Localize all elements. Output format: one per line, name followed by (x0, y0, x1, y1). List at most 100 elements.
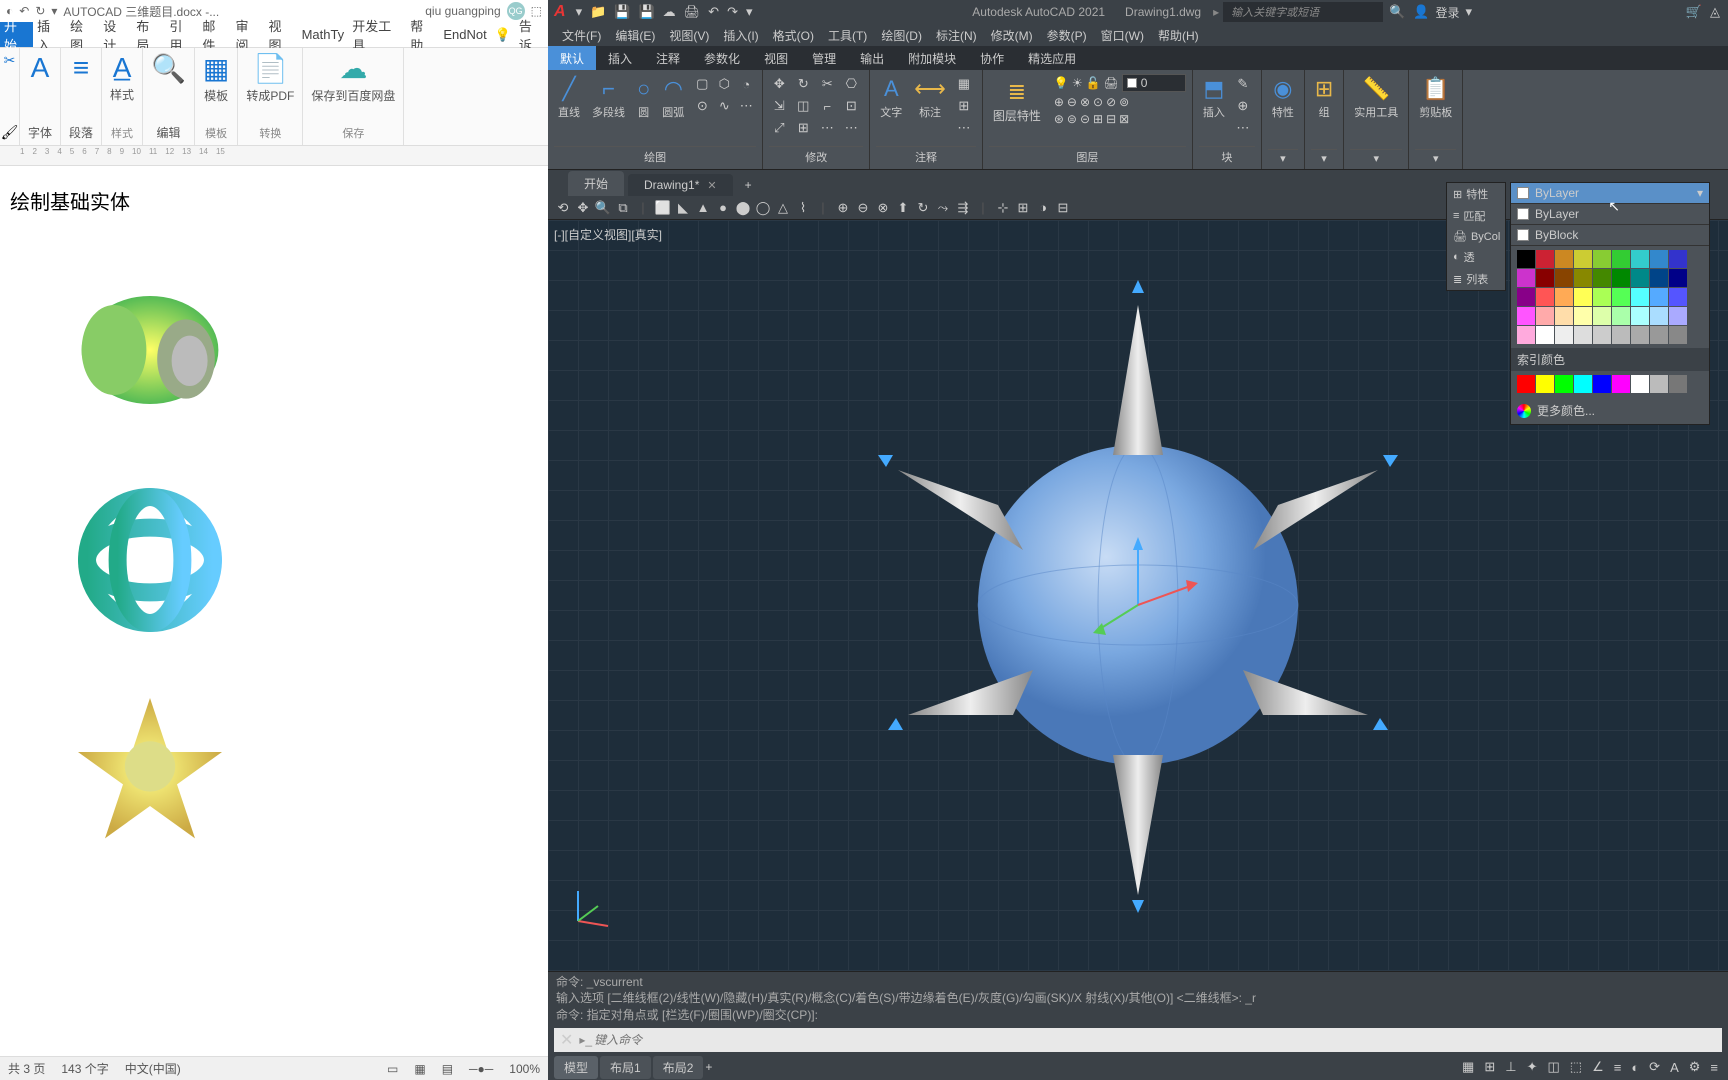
lwt-icon[interactable]: ≡ (1610, 1060, 1626, 1075)
menu-modify[interactable]: 修改(M) (985, 25, 1039, 46)
color-swatch[interactable] (1669, 250, 1687, 268)
color-swatch[interactable] (1574, 250, 1592, 268)
plot-icon[interactable]: 🖨 (682, 4, 703, 20)
annot-small[interactable]: ▦⊞⋯ (954, 74, 976, 138)
color-swatch[interactable] (1517, 307, 1535, 325)
union-icon[interactable]: ⊕ (834, 199, 852, 217)
color-swatch[interactable] (1612, 269, 1630, 287)
color-swatch[interactable] (1574, 307, 1592, 325)
page-count[interactable]: 共 3 页 (8, 1060, 45, 1077)
color-swatch[interactable] (1536, 250, 1554, 268)
rtab-featured[interactable]: 精选应用 (1016, 46, 1088, 71)
loft-icon[interactable]: ⇶ (954, 199, 972, 217)
color-swatch[interactable] (1517, 326, 1535, 344)
arc-button[interactable]: ◠圆弧 (658, 74, 688, 122)
cut-icon[interactable]: ✂ (4, 52, 16, 69)
wedge-icon[interactable]: ◣ (674, 199, 692, 217)
modify-grid[interactable]: ✥↻✂⎔⇲◫⌐⊡⤢⊞⋯⋯ (769, 74, 863, 138)
color-swatch[interactable] (1631, 326, 1649, 344)
menu-param[interactable]: 参数(P) (1041, 25, 1093, 46)
color-swatch[interactable] (1555, 288, 1573, 306)
color-swatch[interactable] (1555, 326, 1573, 344)
tab-insert[interactable]: 插入 (33, 22, 66, 47)
plot-icon[interactable]: 🖨 (1104, 76, 1119, 90)
color-swatch[interactable] (1536, 307, 1554, 325)
color-swatch[interactable] (1631, 250, 1649, 268)
color-swatch[interactable] (1631, 307, 1649, 325)
cycle-icon[interactable]: ⟳ (1645, 1059, 1664, 1075)
user-icon[interactable]: 👤 (1411, 4, 1431, 20)
index-swatch[interactable] (1555, 375, 1573, 393)
filetab-drawing[interactable]: Drawing1*✕ (628, 174, 733, 196)
new-icon[interactable]: ▾ (574, 4, 585, 20)
lang[interactable]: 中文(中国) (125, 1060, 181, 1077)
polar-icon[interactable]: ✦ (1523, 1059, 1542, 1075)
tab-view[interactable]: 视图 (265, 22, 298, 47)
vis-icon[interactable]: ◑ (1034, 199, 1052, 217)
tab-home[interactable]: 开始 (0, 22, 33, 47)
tab-mail[interactable]: 邮件 (198, 22, 231, 47)
color-swatch[interactable] (1612, 288, 1630, 306)
menu-insert[interactable]: 插入(I) (717, 25, 764, 46)
color-swatch[interactable] (1517, 250, 1535, 268)
menu-window[interactable]: 窗口(W) (1095, 25, 1150, 46)
close-tab-icon[interactable]: ✕ (707, 179, 716, 192)
color-swatch[interactable] (1669, 288, 1687, 306)
view-icon[interactable]: ⊞ (1014, 199, 1032, 217)
color-swatch[interactable] (1612, 307, 1630, 325)
extrude-icon[interactable]: ⬆ (894, 199, 912, 217)
index-color-row[interactable] (1511, 371, 1709, 397)
link-icon[interactable]: ⧉ (614, 199, 632, 217)
color-swatch[interactable] (1650, 326, 1668, 344)
rtab-addon[interactable]: 附加模块 (896, 46, 968, 71)
pline-button[interactable]: ⌐多段线 (588, 74, 629, 122)
tab-layout2[interactable]: 布局2 (653, 1056, 704, 1079)
menu-help[interactable]: 帮助(H) (1152, 25, 1205, 46)
group-button[interactable]: ⊞组 (1311, 74, 1337, 122)
color-swatch[interactable] (1536, 288, 1554, 306)
menu-view[interactable]: 视图(V) (663, 25, 715, 46)
color-swatch[interactable] (1555, 269, 1573, 287)
color-swatch[interactable] (1593, 307, 1611, 325)
ucs-gizmo-icon[interactable] (568, 881, 618, 931)
cust-icon[interactable]: ≡ (1706, 1060, 1722, 1075)
filetab-start[interactable]: 开始 (568, 171, 624, 196)
color-swatch[interactable] (1536, 269, 1554, 287)
a360-icon[interactable]: ◬ (1708, 4, 1722, 20)
util-button[interactable]: 📏实用工具 (1350, 74, 1402, 122)
menu-edit[interactable]: 编辑(E) (609, 25, 661, 46)
color-swatch[interactable] (1612, 250, 1630, 268)
tab-refs[interactable]: 引用 (165, 22, 198, 47)
tab-model[interactable]: 模型 (554, 1056, 598, 1079)
search-input[interactable]: 输入关键字或短语 (1223, 2, 1383, 22)
rtab-manage[interactable]: 管理 (800, 46, 848, 71)
insert-button[interactable]: ⬒插入 (1199, 74, 1229, 122)
dd-icon[interactable]: ▾ (1464, 4, 1475, 20)
layerprops-button[interactable]: ≣图层特性 (989, 77, 1045, 126)
orbit-icon[interactable]: ⟲ (554, 199, 572, 217)
grp-style[interactable]: A̲样式样式 (102, 48, 143, 145)
text-button[interactable]: A文字 (876, 74, 906, 122)
color-swatch[interactable] (1669, 307, 1687, 325)
subtract-icon[interactable]: ⊖ (854, 199, 872, 217)
color-swatch[interactable] (1574, 288, 1592, 306)
3d-model[interactable] (798, 275, 1478, 915)
open-icon[interactable]: 📁 (588, 4, 608, 20)
grp-para[interactable]: ≡段落 (61, 48, 102, 145)
circle-button[interactable]: ○圆 (633, 74, 654, 122)
exchange-icon[interactable]: 🛒 (1684, 4, 1704, 20)
color-swatch[interactable] (1669, 269, 1687, 287)
grp-pdf[interactable]: 📄转成PDF转换 (238, 48, 303, 145)
otrack-icon[interactable]: ∠ (1588, 1059, 1608, 1075)
color-swatch[interactable] (1555, 307, 1573, 325)
line-button[interactable]: ╱直线 (554, 74, 584, 122)
color-swatch[interactable] (1536, 326, 1554, 344)
tab-review[interactable]: 审阅 (231, 22, 264, 47)
3dosnap-icon[interactable]: ⬚ (1566, 1059, 1586, 1075)
zoom-icon[interactable]: 🔍 (594, 199, 612, 217)
view-print-icon[interactable]: ▦ (414, 1062, 425, 1076)
color-swatch[interactable] (1555, 250, 1573, 268)
view-web-icon[interactable]: ▤ (442, 1062, 453, 1076)
menu-file[interactable]: 文件(F) (556, 25, 607, 46)
rtab-collab[interactable]: 协作 (968, 46, 1016, 71)
